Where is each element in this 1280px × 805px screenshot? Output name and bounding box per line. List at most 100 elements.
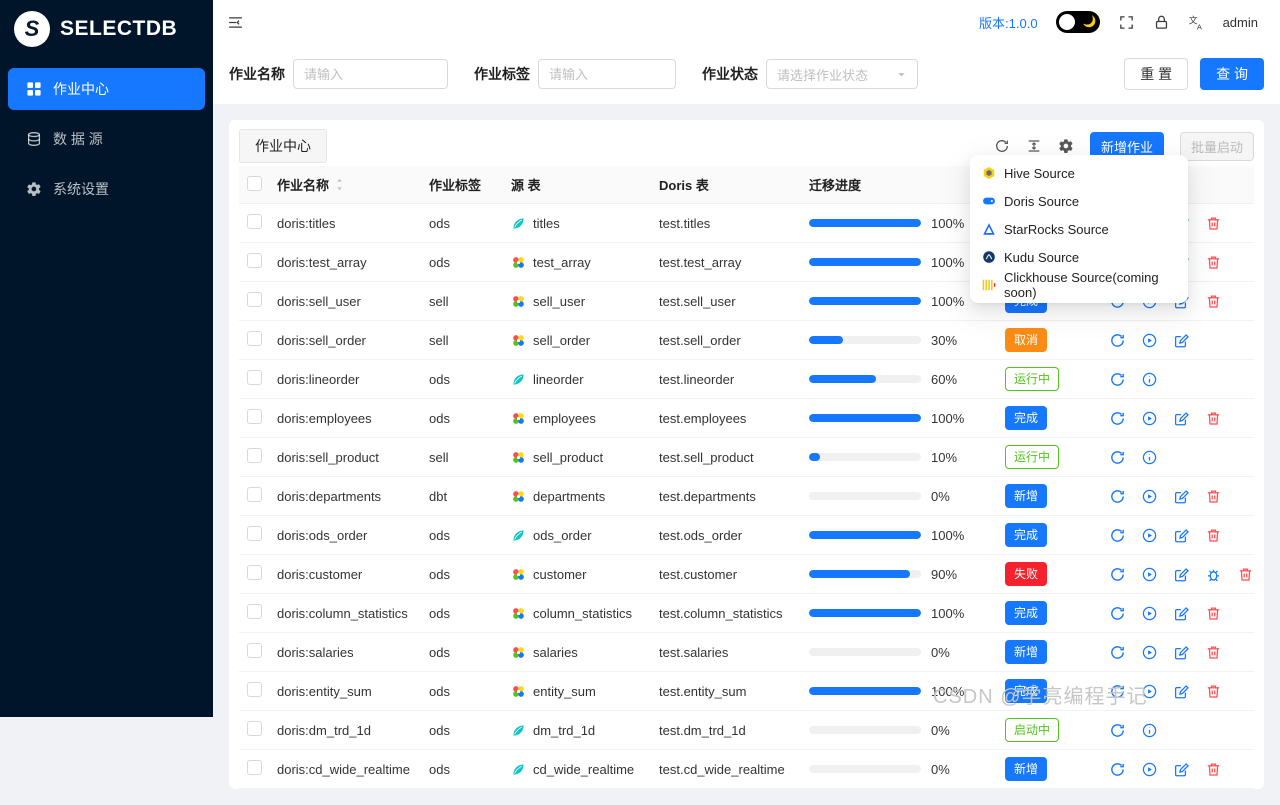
play-icon[interactable]	[1141, 761, 1158, 778]
status-badge[interactable]: 完成	[1005, 406, 1048, 430]
table-row: doris:column_statistics ods column_statist…	[239, 593, 1254, 633]
column-header: Doris 表	[651, 166, 801, 204]
row-checkbox[interactable]	[247, 643, 262, 658]
row-checkbox[interactable]	[247, 721, 262, 736]
info-icon[interactable]	[1141, 371, 1158, 388]
row-checkbox[interactable]	[247, 682, 262, 697]
row-checkbox[interactable]	[247, 604, 262, 619]
status-badge[interactable]: 失败	[1005, 562, 1048, 586]
delete-icon[interactable]	[1205, 527, 1222, 544]
edit-icon[interactable]	[1173, 644, 1190, 661]
sync-icon[interactable]	[1109, 332, 1126, 349]
status-badge[interactable]: 新增	[1005, 640, 1048, 664]
sync-icon[interactable]	[1109, 449, 1126, 466]
row-checkbox[interactable]	[247, 253, 262, 268]
sync-icon[interactable]	[1109, 761, 1126, 778]
info-icon[interactable]	[1141, 449, 1158, 466]
dropdown-item[interactable]: Kudu Source	[974, 243, 1184, 271]
batch-start-button[interactable]: 批量启动	[1179, 131, 1254, 161]
sidebar-item[interactable]: 数 据 源	[8, 118, 205, 160]
delete-icon[interactable]	[1205, 488, 1222, 505]
play-icon[interactable]	[1141, 644, 1158, 661]
delete-icon[interactable]	[1205, 644, 1222, 661]
row-checkbox[interactable]	[247, 565, 262, 580]
theme-toggle[interactable]: 🌙	[1055, 11, 1100, 33]
sync-icon[interactable]	[1109, 488, 1126, 505]
status-badge[interactable]: 启动中	[1005, 718, 1060, 742]
edit-icon[interactable]	[1173, 566, 1190, 583]
lock-icon[interactable]	[1153, 14, 1170, 31]
edit-icon[interactable]	[1173, 332, 1190, 349]
play-icon[interactable]	[1141, 683, 1158, 700]
sync-icon[interactable]	[1109, 683, 1126, 700]
translate-icon[interactable]: 文A	[1188, 14, 1205, 30]
play-icon[interactable]	[1141, 566, 1158, 583]
status-badge[interactable]: 运行中	[1005, 367, 1060, 391]
job-name-input[interactable]	[293, 59, 448, 89]
query-button[interactable]: 查 询	[1200, 58, 1264, 90]
tab-job-center[interactable]: 作业中心	[239, 129, 327, 163]
edit-icon[interactable]	[1173, 605, 1190, 622]
edit-icon[interactable]	[1173, 683, 1190, 700]
delete-icon[interactable]	[1205, 410, 1222, 427]
delete-icon[interactable]	[1205, 293, 1222, 310]
sync-icon[interactable]	[1109, 566, 1126, 583]
edit-icon[interactable]	[1173, 488, 1190, 505]
row-checkbox[interactable]	[247, 760, 262, 775]
dropdown-item[interactable]: Clickhouse Source(coming soon)	[974, 270, 1184, 300]
play-icon[interactable]	[1141, 527, 1158, 544]
density-icon[interactable]	[1026, 138, 1042, 154]
status-badge[interactable]: 完成	[1005, 679, 1048, 703]
sort-icon[interactable]	[335, 178, 344, 191]
refresh-icon[interactable]	[994, 138, 1010, 154]
status-badge[interactable]: 完成	[1005, 523, 1048, 547]
debug-icon[interactable]	[1205, 566, 1222, 583]
status-badge[interactable]: 新增	[1005, 484, 1048, 508]
row-checkbox[interactable]	[247, 409, 262, 424]
job-tag-input[interactable]	[538, 59, 676, 89]
info-icon[interactable]	[1141, 722, 1158, 739]
play-icon[interactable]	[1141, 410, 1158, 427]
sync-icon[interactable]	[1109, 605, 1126, 622]
play-icon[interactable]	[1141, 332, 1158, 349]
status-badge[interactable]: 新增	[1005, 757, 1048, 781]
sync-icon[interactable]	[1109, 527, 1126, 544]
job-status-select[interactable]: 请选择作业状态	[766, 59, 918, 89]
delete-icon[interactable]	[1205, 605, 1222, 622]
sidebar-item[interactable]: 作业中心	[8, 68, 205, 110]
delete-icon[interactable]	[1205, 215, 1222, 232]
edit-icon[interactable]	[1173, 527, 1190, 544]
edit-icon[interactable]	[1173, 761, 1190, 778]
play-icon[interactable]	[1141, 605, 1158, 622]
dropdown-item[interactable]: Doris Source	[974, 187, 1184, 215]
sync-icon[interactable]	[1109, 371, 1126, 388]
delete-icon[interactable]	[1205, 254, 1222, 271]
select-all-checkbox[interactable]	[247, 175, 262, 191]
menu-fold-icon[interactable]	[227, 14, 244, 31]
sidebar-item[interactable]: 系统设置	[8, 168, 205, 210]
row-checkbox[interactable]	[247, 370, 262, 385]
dropdown-item[interactable]: StarRocks Source	[974, 215, 1184, 243]
row-checkbox[interactable]	[247, 292, 262, 307]
row-checkbox[interactable]	[247, 214, 262, 229]
delete-icon[interactable]	[1205, 683, 1222, 700]
fullscreen-icon[interactable]	[1118, 14, 1135, 31]
sync-icon[interactable]	[1109, 410, 1126, 427]
status-badge[interactable]: 运行中	[1005, 445, 1060, 469]
delete-icon[interactable]	[1237, 566, 1254, 583]
status-badge[interactable]: 取消	[1005, 328, 1048, 352]
reset-button[interactable]: 重 置	[1124, 58, 1189, 90]
dropdown-item[interactable]: Hive Source	[974, 159, 1184, 187]
sync-icon[interactable]	[1109, 644, 1126, 661]
play-icon[interactable]	[1141, 488, 1158, 505]
delete-icon[interactable]	[1205, 761, 1222, 778]
status-badge[interactable]: 完成	[1005, 601, 1048, 625]
table-settings-icon[interactable]	[1058, 138, 1074, 154]
sync-icon[interactable]	[1109, 722, 1126, 739]
row-checkbox[interactable]	[247, 526, 262, 541]
row-checkbox[interactable]	[247, 487, 262, 502]
row-checkbox[interactable]	[247, 331, 262, 346]
edit-icon[interactable]	[1173, 410, 1190, 427]
source-table-name: column_statistics	[533, 605, 632, 621]
row-checkbox[interactable]	[247, 448, 262, 463]
